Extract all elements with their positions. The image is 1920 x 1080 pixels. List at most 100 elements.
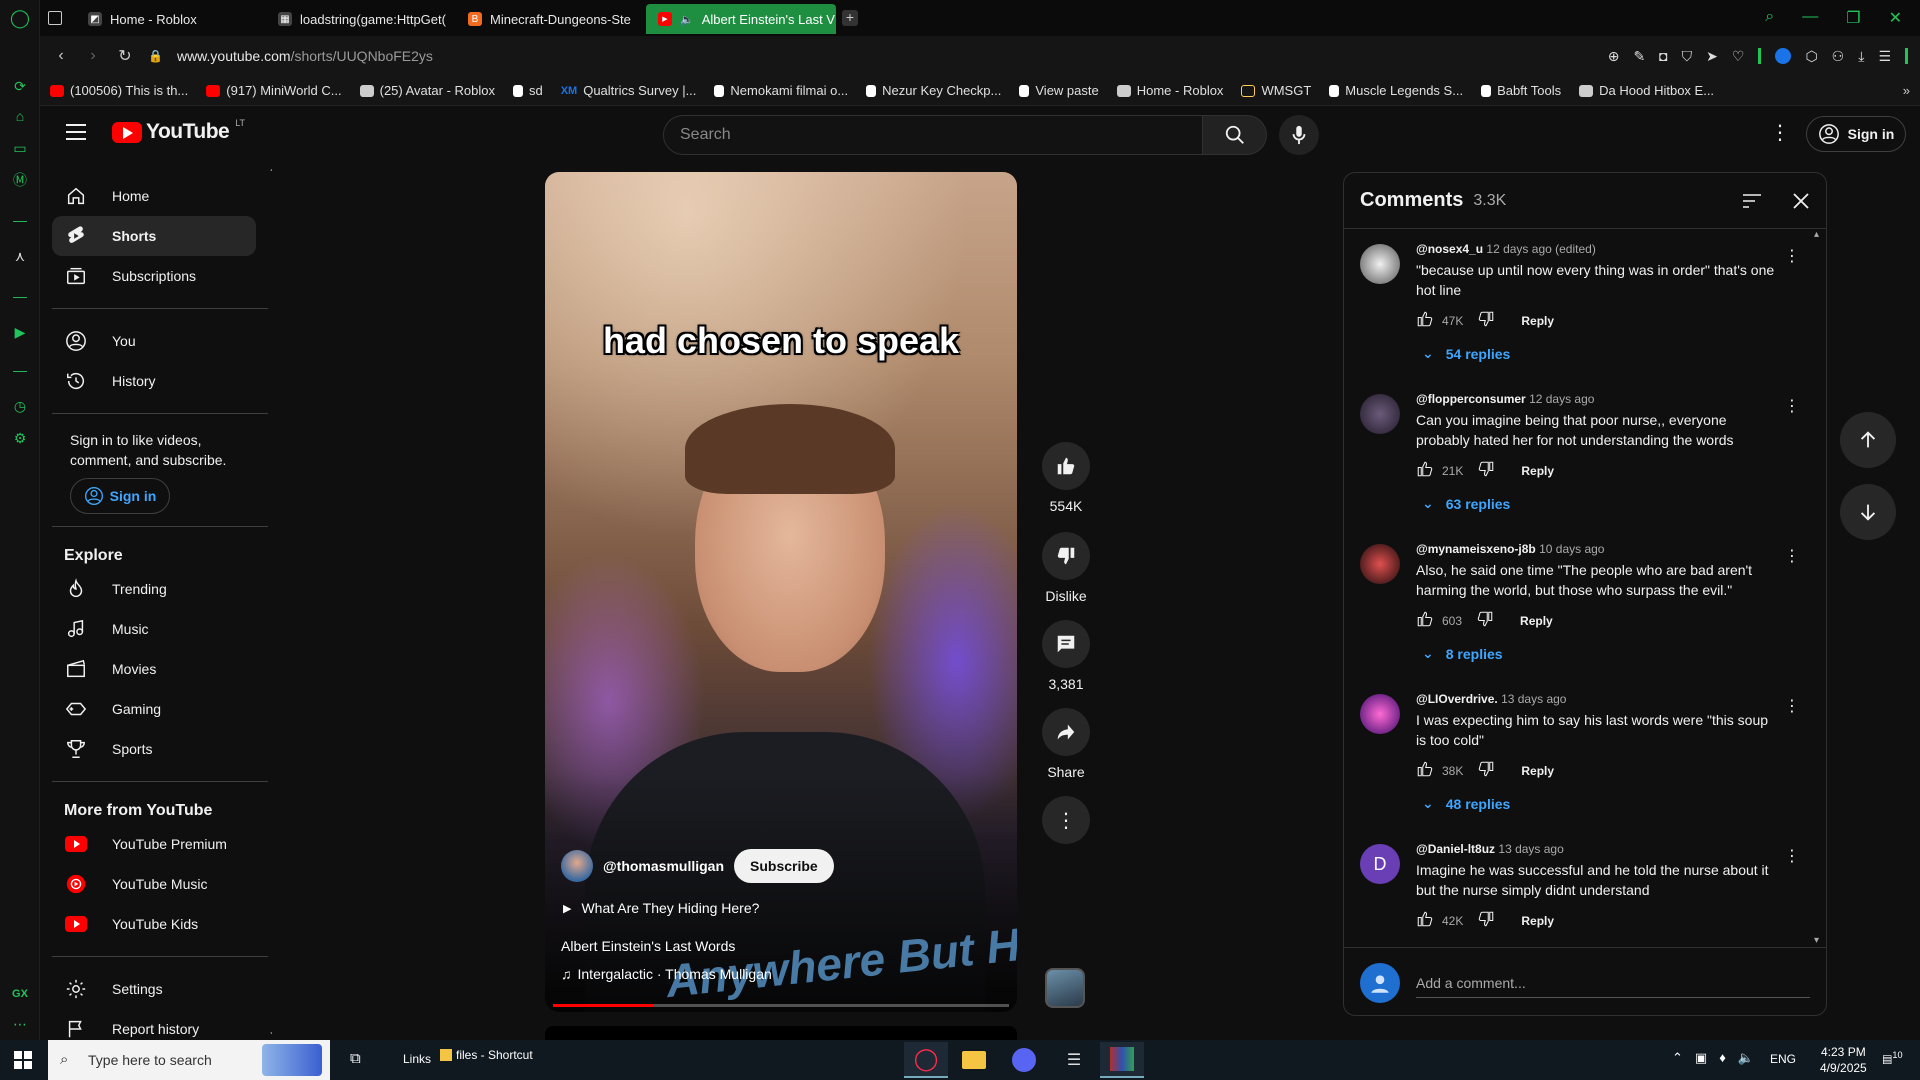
video-title[interactable]: Albert Einstein's Last Words	[561, 938, 735, 954]
dislike-button[interactable]	[1477, 760, 1495, 781]
comment-avatar[interactable]: D	[1360, 844, 1400, 884]
tab-loadstring[interactable]: ▦ loadstring(game:HttpGet(	[266, 4, 456, 34]
bookmark-item[interactable]: Home - Roblox	[1116, 83, 1223, 98]
network-icon[interactable]: ▣	[1695, 1050, 1707, 1066]
sort-icon[interactable]	[1742, 193, 1762, 209]
reply-button[interactable]: Reply	[1521, 764, 1554, 778]
tiktok-icon[interactable]: ⋏	[10, 246, 30, 266]
music-link[interactable]: ♫ Intergalactic · Thomas Mulligan	[561, 966, 772, 982]
maximize-icon[interactable]: ❐	[1846, 8, 1860, 28]
bookmark-item[interactable]: Babft Tools	[1481, 83, 1561, 98]
links-toolbar[interactable]: Links	[403, 1052, 431, 1066]
sidebar-item-settings[interactable]: Settings	[52, 969, 256, 1009]
add-comment-input[interactable]: Add a comment...	[1416, 969, 1810, 998]
search-input[interactable]: Search	[663, 115, 1203, 155]
bookmark-item[interactable]: XM Qualtrics Survey |...	[561, 83, 697, 98]
hamburger-menu-icon[interactable]	[66, 124, 86, 140]
more-options-icon[interactable]: ⋮	[1770, 120, 1790, 145]
sidebar-item-report-history[interactable]: Report history	[52, 1009, 256, 1040]
windows-start-icon[interactable]	[14, 1051, 32, 1074]
twitch-icon[interactable]: ▭	[10, 138, 30, 158]
share-button[interactable]	[1042, 708, 1090, 756]
like-button[interactable]	[1416, 460, 1434, 481]
view-replies-button[interactable]: ⌄ 54 replies	[1416, 345, 1776, 362]
sidebar-item-trending[interactable]: Trending	[52, 569, 256, 609]
reload-icon[interactable]: ↻	[116, 46, 134, 66]
dislike-button[interactable]	[1477, 460, 1495, 481]
sidebar-item-youtube-kids[interactable]: YouTube Kids	[52, 904, 256, 944]
sidebar-item-you[interactable]: You	[52, 321, 256, 361]
scroll-up-icon[interactable]: ⌃	[268, 166, 272, 180]
like-button[interactable]	[1416, 310, 1434, 331]
messenger-icon[interactable]: Ⓜ	[10, 170, 30, 190]
edit-icon[interactable]: ✎	[1633, 48, 1645, 65]
vpn-icon[interactable]	[1775, 48, 1792, 64]
comment-avatar[interactable]	[1360, 244, 1400, 284]
heart-icon[interactable]: ♡	[1732, 48, 1745, 65]
task-view-icon[interactable]: ⧉	[350, 1050, 361, 1067]
sidebar-item-history[interactable]: History	[52, 361, 256, 401]
bookmark-folder[interactable]: WMSGT	[1241, 83, 1311, 98]
more-actions-button[interactable]: ⋮	[1042, 796, 1090, 844]
dislike-button[interactable]	[1042, 532, 1090, 580]
reply-button[interactable]: Reply	[1521, 314, 1554, 328]
gx-icon[interactable]: GX	[10, 984, 30, 1004]
back-icon[interactable]: ‹	[52, 47, 70, 65]
comment-menu-icon[interactable]: ⋮	[1780, 394, 1804, 418]
language-indicator[interactable]: ENG	[1770, 1052, 1796, 1066]
notification-center-icon[interactable]: ▤10	[1882, 1050, 1903, 1066]
view-replies-button[interactable]: ⌄ 8 replies	[1416, 645, 1776, 662]
winrar-taskbar-app[interactable]	[1100, 1042, 1144, 1078]
gx-control-icon[interactable]: ⌂	[10, 106, 30, 126]
comment-author[interactable]: @Daniel-lt8uz	[1416, 842, 1495, 856]
comment-menu-icon[interactable]: ⋮	[1780, 694, 1804, 718]
bookmark-item[interactable]: View paste	[1019, 83, 1099, 98]
sidebar-item-sports[interactable]: Sports	[52, 729, 256, 769]
video-progress-bar[interactable]	[553, 1004, 1009, 1007]
comment-menu-icon[interactable]: ⋮	[1780, 244, 1804, 268]
comment-avatar[interactable]	[1360, 394, 1400, 434]
search-tabs-icon[interactable]: ⌕	[1765, 8, 1774, 28]
short-video-player[interactable]: had chosen to speak Anywhere But Here @t…	[545, 172, 1017, 1012]
forward-icon[interactable]: ›	[84, 47, 102, 65]
sidebar-item-gaming[interactable]: Gaming	[52, 689, 256, 729]
tray-chevron-icon[interactable]: ⌃	[1672, 1050, 1683, 1066]
new-tab-button[interactable]: +	[842, 10, 858, 26]
comment-avatar[interactable]	[1360, 694, 1400, 734]
profile-icon[interactable]: ⚇	[1832, 48, 1845, 65]
bookmark-item[interactable]: sd	[512, 83, 543, 98]
tab-albert-einstein[interactable]: ▶ 🔈 Albert Einstein's Last V	[646, 4, 836, 34]
bookmark-item[interactable]: (100506) This is th...	[50, 83, 188, 98]
sidebar-item-youtube-premium[interactable]: YouTube Premium	[52, 824, 256, 864]
player-icon[interactable]: ▶	[10, 322, 30, 342]
bookmark-item[interactable]: Nemokami filmai o...	[714, 83, 848, 98]
like-button[interactable]	[1416, 910, 1434, 931]
dislike-button[interactable]	[1476, 610, 1494, 631]
bookmark-item[interactable]: Muscle Legends S...	[1329, 83, 1463, 98]
menu-icon[interactable]: ☰	[1878, 48, 1891, 65]
download-icon[interactable]: ⤓	[1858, 48, 1864, 65]
file-explorer-taskbar-app[interactable]	[952, 1042, 996, 1078]
comment-menu-icon[interactable]: ⋮	[1780, 544, 1804, 568]
voice-search-button[interactable]	[1279, 115, 1319, 155]
speaker-icon[interactable]: 🔈	[680, 13, 694, 26]
comment-avatar[interactable]	[1360, 544, 1400, 584]
volume-icon[interactable]: 🔈	[1738, 1050, 1754, 1066]
bookmark-item[interactable]: Nezur Key Checkp...	[866, 83, 1001, 98]
bookmarks-overflow-icon[interactable]: »	[1903, 83, 1910, 98]
view-replies-button[interactable]: ⌄ 63 replies	[1416, 495, 1776, 512]
playlist-link[interactable]: ▶ What Are They Hiding Here?	[563, 900, 759, 916]
scroll-down-icon[interactable]: ⌄	[268, 1024, 272, 1038]
tab-minecraft-dungeons[interactable]: B Minecraft-Dungeons-Ste	[456, 4, 646, 34]
comments-button[interactable]	[1042, 620, 1090, 668]
taskbar-clock[interactable]: 4:23 PM 4/9/2025	[1820, 1044, 1867, 1076]
like-button[interactable]	[1416, 760, 1434, 781]
close-icon[interactable]: ✕	[1889, 8, 1902, 28]
sign-in-button[interactable]: Sign in	[1806, 116, 1906, 152]
youtube-logo[interactable]: YouTube LT	[112, 118, 245, 144]
lock-icon[interactable]: 🔒	[148, 49, 163, 63]
sidebar-item-movies[interactable]: Movies	[52, 649, 256, 689]
history-icon[interactable]: ◷	[10, 396, 30, 416]
comment-menu-icon[interactable]: ⋮	[1780, 844, 1804, 868]
refresh-icon[interactable]: ⟳	[10, 76, 30, 96]
